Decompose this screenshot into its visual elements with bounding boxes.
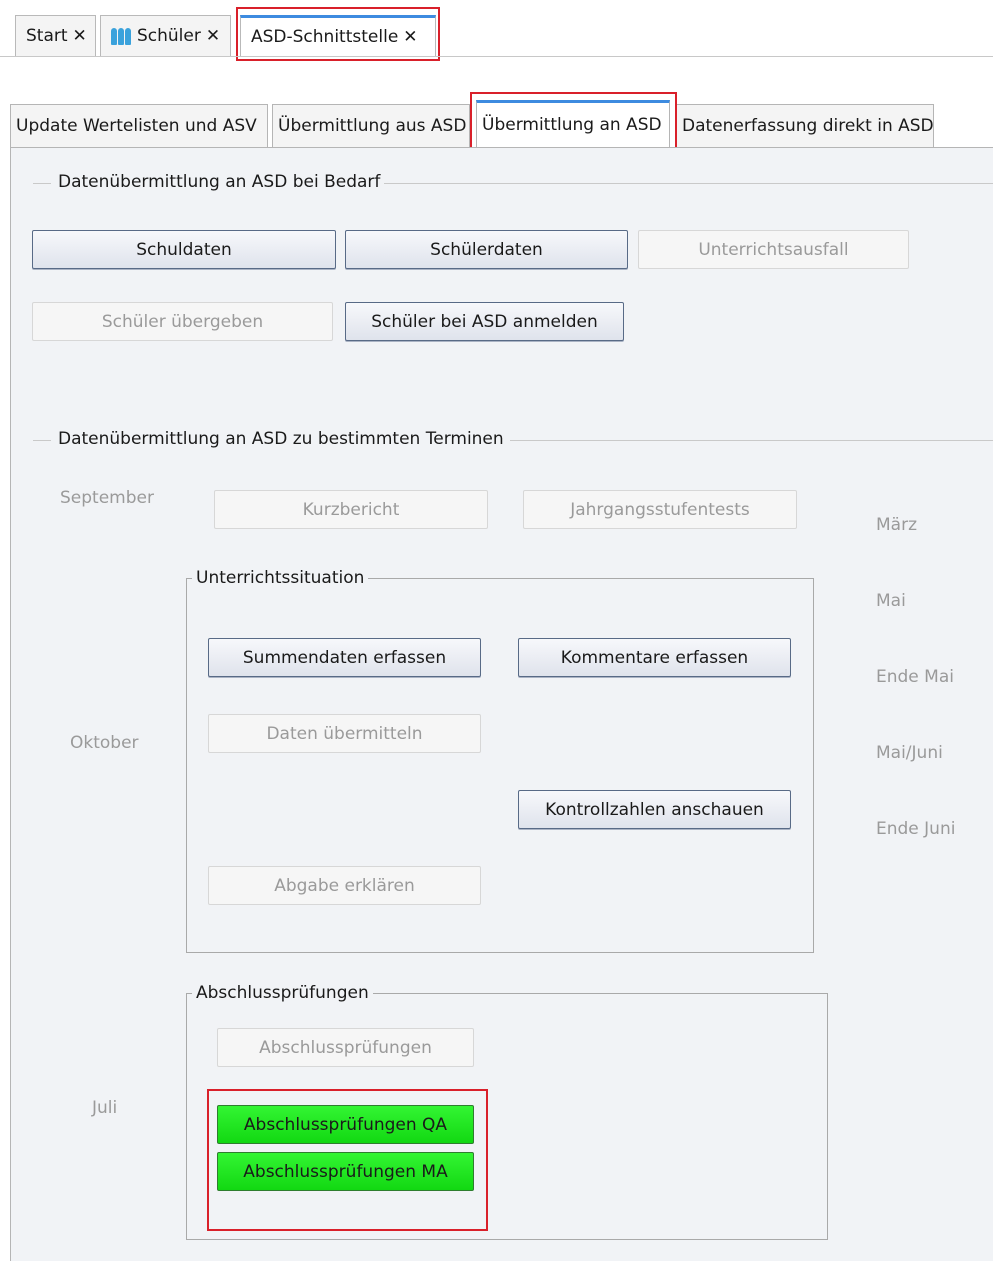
tab-asd-schnittstelle[interactable]: ASD-Schnittstelle ✕ bbox=[240, 15, 436, 56]
close-icon[interactable]: ✕ bbox=[73, 26, 87, 46]
tab-datenerfassung-direkt-label: Datenerfassung direkt in ASD bbox=[682, 116, 934, 136]
tab-update-wertelisten[interactable]: Update Wertelisten und ASV bbox=[10, 104, 268, 147]
month-label-september: September bbox=[60, 488, 154, 508]
month-label-ende-juni: Ende Juni bbox=[876, 819, 956, 839]
tab-schueler[interactable]: Schüler ✕ bbox=[100, 15, 231, 56]
month-label-maerz: März bbox=[876, 515, 917, 535]
month-label-juli: Juli bbox=[92, 1098, 118, 1118]
month-label-oktober: Oktober bbox=[70, 733, 139, 753]
tab-uebermittlung-an-asd[interactable]: Übermittlung an ASD bbox=[476, 100, 670, 147]
tab-asd-schnittstelle-label: ASD-Schnittstelle bbox=[251, 27, 399, 47]
section-line bbox=[510, 440, 993, 441]
daten-uebermitteln-button[interactable]: Daten übermitteln bbox=[208, 714, 481, 753]
abschlusspruefungen-title: Abschlussprüfungen bbox=[192, 983, 373, 1003]
schueler-anmelden-button[interactable]: Schüler bei ASD anmelden bbox=[345, 302, 624, 341]
section-line bbox=[384, 183, 993, 184]
abschlusspruefungen-ma-button[interactable]: Abschlussprüfungen MA bbox=[217, 1152, 474, 1191]
tab-start[interactable]: Start ✕ bbox=[15, 15, 96, 56]
tab-schueler-label: Schüler bbox=[137, 26, 201, 46]
section-line bbox=[33, 183, 51, 184]
kontrollzahlen-anschauen-button[interactable]: Kontrollzahlen anschauen bbox=[518, 790, 791, 829]
schuldaten-button[interactable]: Schuldaten bbox=[32, 230, 336, 269]
tab-datenerfassung-direkt[interactable]: Datenerfassung direkt in ASD bbox=[676, 104, 934, 147]
tab-update-wertelisten-label: Update Wertelisten und ASV bbox=[16, 116, 257, 136]
abschlusspruefungen-button[interactable]: Abschlussprüfungen bbox=[217, 1028, 474, 1067]
tab-uebermittlung-an-asd-label: Übermittlung an ASD bbox=[482, 115, 662, 135]
section-line bbox=[33, 440, 51, 441]
tab-start-label: Start bbox=[26, 26, 68, 46]
close-icon[interactable]: ✕ bbox=[403, 27, 417, 47]
schuelerdaten-button[interactable]: Schülerdaten bbox=[345, 230, 628, 269]
month-label-mai-juni: Mai/Juni bbox=[876, 743, 943, 763]
month-label-mai: Mai bbox=[876, 591, 906, 611]
tab-strip-divider bbox=[0, 56, 993, 57]
abschlusspruefungen-qa-button[interactable]: Abschlussprüfungen QA bbox=[217, 1105, 474, 1144]
kommentare-erfassen-button[interactable]: Kommentare erfassen bbox=[518, 638, 791, 677]
summendaten-erfassen-button[interactable]: Summendaten erfassen bbox=[208, 638, 481, 677]
unterrichtsausfall-button[interactable]: Unterrichtsausfall bbox=[638, 230, 909, 269]
month-label-ende-mai: Ende Mai bbox=[876, 667, 954, 687]
section-title-bedarf: Datenübermittlung an ASD bei Bedarf bbox=[58, 172, 381, 192]
kurzbericht-button[interactable]: Kurzbericht bbox=[214, 490, 488, 529]
jahrgangsstufentests-button[interactable]: Jahrgangsstufentests bbox=[523, 490, 797, 529]
tab-uebermittlung-aus-asd-label: Übermittlung aus ASD bbox=[278, 116, 467, 136]
unterrichtssituation-title: Unterrichtssituation bbox=[192, 568, 369, 588]
section-title-termine: Datenübermittlung an ASD zu bestimmten T… bbox=[58, 429, 504, 449]
people-icon bbox=[111, 27, 131, 45]
schueler-uebergeben-button[interactable]: Schüler übergeben bbox=[32, 302, 333, 341]
abgabe-erklaeren-button[interactable]: Abgabe erklären bbox=[208, 866, 481, 905]
close-icon[interactable]: ✕ bbox=[206, 26, 220, 46]
tab-uebermittlung-aus-asd[interactable]: Übermittlung aus ASD bbox=[272, 104, 470, 147]
